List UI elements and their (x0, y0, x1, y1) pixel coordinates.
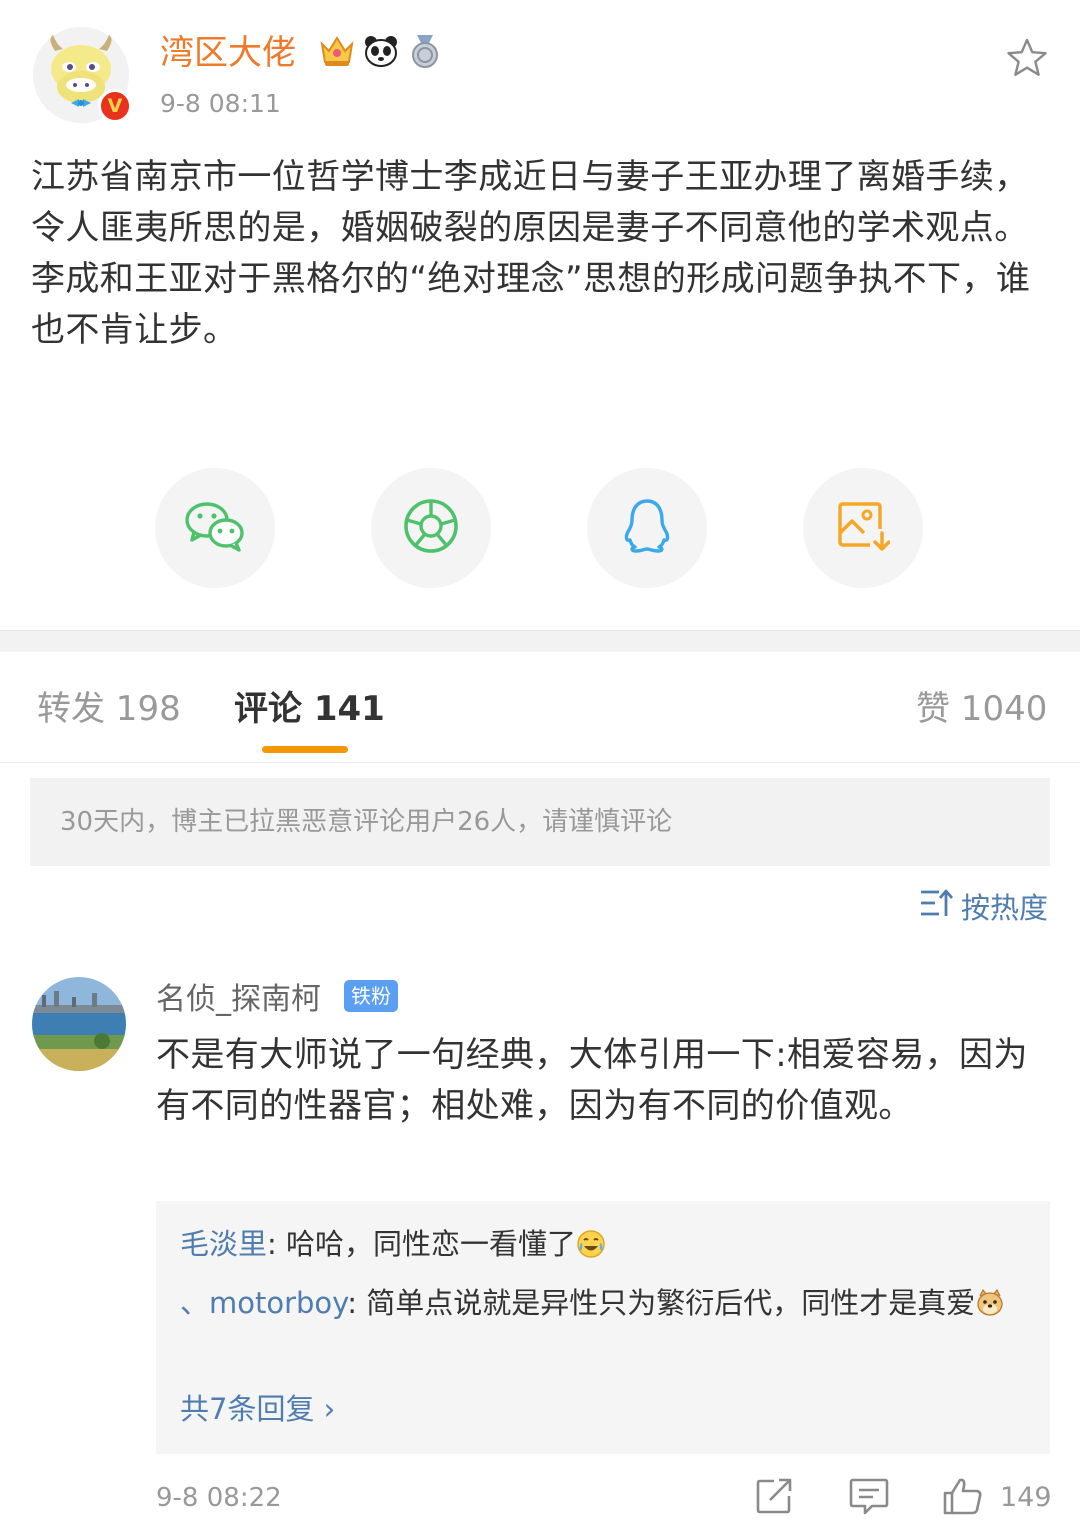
more-replies-link[interactable]: 共7条回复 › (180, 1385, 335, 1433)
tab-divider (0, 762, 1080, 763)
reply-item[interactable]: 、motorboy: 简单点说就是异性只为繁衍后代，同性才是真爱 (180, 1279, 1030, 1327)
reply-comment-icon[interactable] (848, 1476, 889, 1516)
section-divider (0, 630, 1080, 652)
author-name[interactable]: 湾区大佬 (160, 30, 296, 76)
badge-row (318, 32, 444, 70)
post-content: 江苏省南京市一位哲学博士李成近日与妻子王亚办理了离婚手续，令人匪夷所思的是，婚姻… (31, 152, 1041, 356)
share-moments-button[interactable] (371, 468, 491, 588)
repost-comment-icon[interactable] (754, 1476, 794, 1516)
qq-icon (622, 498, 672, 558)
sort-label: 按热度 (960, 891, 1048, 925)
sort-icon (919, 888, 954, 928)
share-row (0, 468, 1080, 588)
laugh-cry-emoji-icon (576, 1225, 606, 1258)
comment-time: 9-8 08:22 (156, 1483, 282, 1513)
reply-author[interactable]: 、motorboy (180, 1286, 347, 1320)
wechat-icon (184, 500, 246, 556)
share-qq-button[interactable] (587, 468, 707, 588)
moments-icon (403, 498, 459, 558)
reply-author[interactable]: 毛淡里 (180, 1227, 267, 1261)
fan-badge: 铁粉 (344, 980, 398, 1012)
favorite-star-icon[interactable] (1006, 37, 1048, 79)
doge-emoji-icon (975, 1284, 1005, 1316)
post-time: 9-8 08:11 (160, 89, 281, 118)
tab-like[interactable]: 赞 1040 (916, 686, 1047, 732)
reply-item[interactable]: 毛淡里: 哈哈，同性恋一看懂了 (180, 1220, 1030, 1268)
post-paragraph: 李成和王亚对于黑格尔的“绝对理念”思想的形成问题争执不下，谁也不肯让步。 (31, 259, 1031, 350)
comment-notice: 30天内，博主已拉黑恶意评论用户26人，请谨慎评论 (30, 778, 1050, 866)
verified-badge-icon: V (98, 89, 132, 123)
crown-badge-icon[interactable] (318, 32, 356, 70)
save-image-icon (836, 499, 891, 557)
panda-badge-icon[interactable] (362, 32, 400, 70)
reply-text: : 哈哈，同性恋一看懂了 (267, 1227, 577, 1261)
sort-button[interactable]: 按热度 (919, 888, 1048, 928)
like-count: 149 (1000, 1482, 1052, 1513)
like-thumb-icon[interactable] (942, 1476, 982, 1516)
share-wechat-button[interactable] (155, 468, 275, 588)
comment-text: 不是有大师说了一句经典，大体引用一下:相爱容易，因为有不同的性器官；相处难，因为… (156, 1035, 1028, 1126)
reply-box[interactable]: 毛淡里: 哈哈，同性恋一看懂了 、motorboy: 简单点说就是异性只为繁衍后… (156, 1201, 1050, 1454)
post-paragraph: 江苏省南京市一位哲学博士李成近日与妻子王亚办理了离婚手续，令人匪夷所思的是，婚姻… (31, 157, 1029, 248)
tab-comment[interactable]: 评论 141 (234, 686, 385, 732)
tab-repost[interactable]: 转发 198 (37, 686, 181, 732)
medal-badge-icon[interactable] (406, 32, 444, 70)
active-tab-indicator (262, 746, 348, 753)
commenter-name[interactable]: 名侦_探南柯 (156, 980, 321, 1020)
save-image-button[interactable] (803, 468, 923, 588)
commenter-avatar[interactable] (32, 977, 126, 1071)
reply-text: : 简单点说就是异性只为繁衍后代，同性才是真爱 (347, 1286, 976, 1320)
